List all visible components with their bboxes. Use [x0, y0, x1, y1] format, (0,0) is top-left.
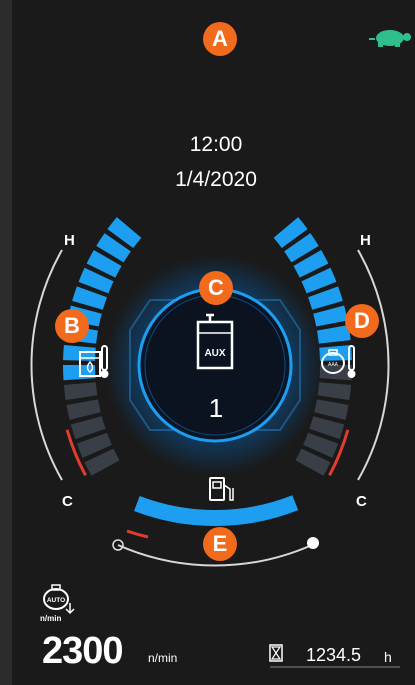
aux-mode-label: AUX — [204, 348, 225, 359]
auto-icon-label: AUTO — [47, 597, 65, 604]
aux-mode-value: 1 — [208, 393, 224, 423]
callout-badge-e: E — [203, 527, 237, 561]
hour-meter-value: 1234.5 — [306, 645, 362, 665]
engine-speed-value: 2300 — [42, 630, 124, 672]
left-cold-label: C — [62, 493, 73, 510]
gauge-panel: AUX AAA H C H C AUTO n/min — [30, 30, 411, 668]
right-cold-label: C — [356, 493, 367, 510]
instrument-display: AUX AAA H C H C AUTO n/min 12:00 1/4/202… — [0, 0, 415, 685]
turtle-mode-icon — [369, 30, 411, 47]
callout-badge-d: D — [345, 304, 379, 338]
auto-icon-unit: n/min — [40, 614, 61, 623]
callout-badge-c: C — [199, 271, 233, 305]
right-gauge-outer-arc — [357, 249, 390, 481]
fuel-gauge-fill — [134, 495, 299, 526]
right-hot-label: H — [360, 232, 371, 249]
clock-date: 1/4/2020 — [175, 168, 257, 191]
hourglass-icon — [269, 644, 283, 662]
engine-speed-unit: n/min — [148, 651, 178, 665]
callout-badge-b: B — [55, 309, 89, 343]
svg-text:AAA: AAA — [328, 362, 339, 368]
fuel-pump-icon — [209, 477, 234, 501]
clock-time: 12:00 — [189, 133, 243, 156]
auto-speed-icon: AUTO n/min — [40, 584, 75, 623]
hour-meter-unit: h — [384, 649, 392, 665]
left-hot-label: H — [64, 232, 75, 249]
left-gauge-outer-arc — [30, 249, 63, 481]
fuel-gauge-red-zone — [126, 529, 149, 539]
hydraulic-gauge-segment — [313, 305, 348, 327]
callout-badge-a: A — [203, 22, 237, 56]
fuel-full-marker — [307, 537, 319, 549]
